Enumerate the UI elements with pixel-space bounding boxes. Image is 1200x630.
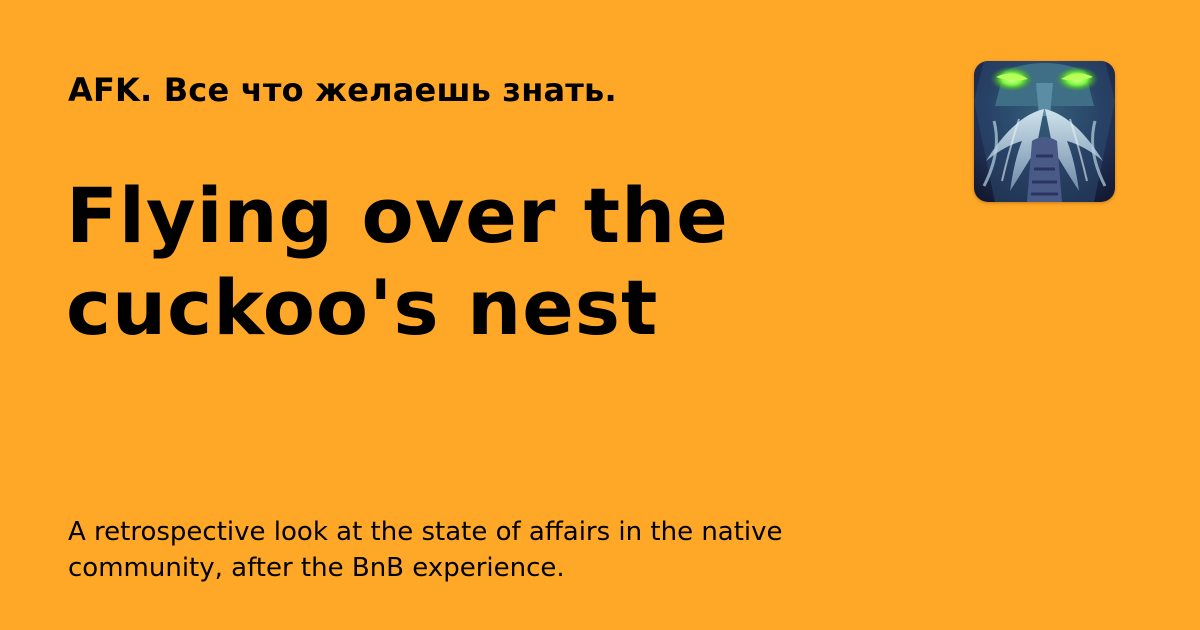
publication-logo-icon xyxy=(974,61,1115,202)
publication-name: AFK. Все что желаешь знать. xyxy=(68,71,617,109)
post-subtitle: A retrospective look at the state of aff… xyxy=(68,517,783,583)
post-title: Flying over the cuckoo's nest xyxy=(66,171,729,352)
social-share-card: AFK. Все что желаешь знать. Flying over … xyxy=(0,0,1200,630)
